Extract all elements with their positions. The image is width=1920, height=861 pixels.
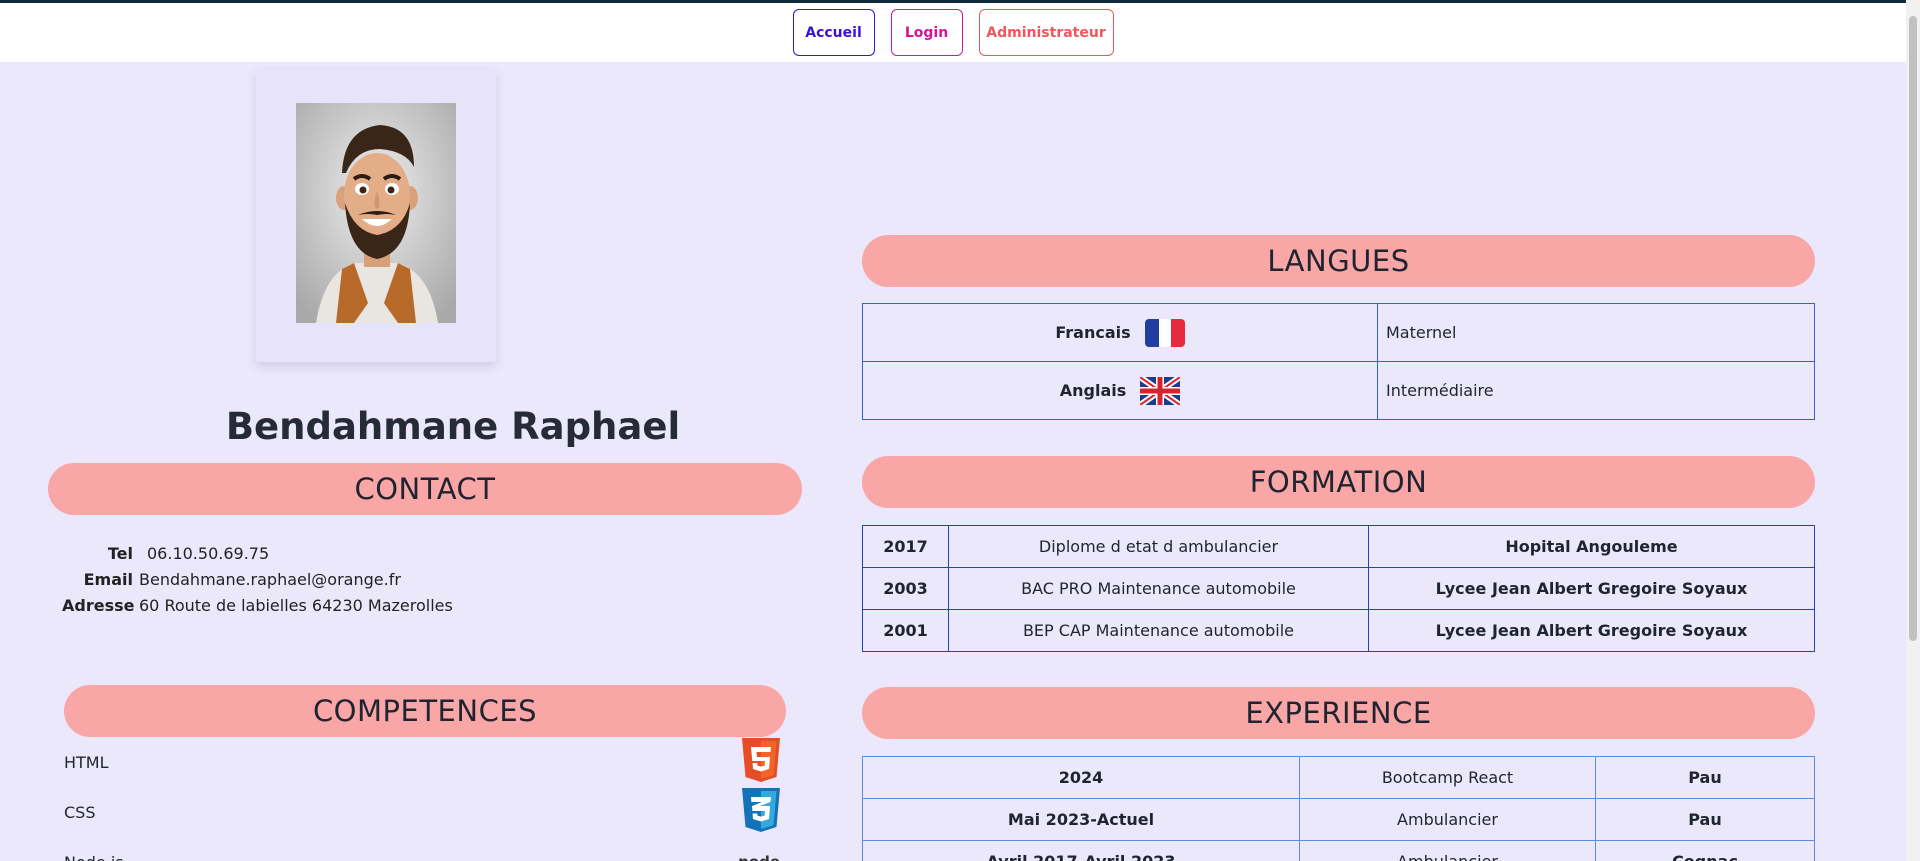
language-cell: Francais [862, 303, 1378, 362]
avatar-illustration [296, 103, 456, 323]
uk-flag-icon [1140, 376, 1181, 405]
contact-title: CONTACT [354, 472, 496, 506]
table-row: 2024 Bootcamp React Pau [862, 756, 1815, 799]
experience-table: 2024 Bootcamp React Pau Mai 2023-Actuel … [862, 756, 1815, 861]
login-button[interactable]: Login [890, 9, 963, 56]
language-name: Anglais [1059, 381, 1127, 400]
profile-avatar [296, 103, 456, 323]
html5-icon [742, 738, 780, 786]
contact-row-tel: Tel 06.10.50.69.75 [62, 540, 453, 566]
experience-date: Avril 2017-Avril 2023 [862, 840, 1300, 861]
experience-city: Pau [1595, 798, 1815, 841]
table-row: Avril 2017-Avril 2023 Ambulancier Cognac [862, 840, 1815, 861]
table-row: Francais Maternel [862, 303, 1815, 362]
profile-photo-card [256, 70, 496, 362]
formation-title-cell: BAC PRO Maintenance automobile [948, 567, 1369, 610]
experience-title: EXPERIENCE [1245, 696, 1432, 730]
formation-table: 2017 Diplome d etat d ambulancier Hopita… [862, 525, 1815, 652]
competences-header: COMPETENCES [64, 685, 786, 737]
competences-title: COMPETENCES [312, 694, 538, 728]
language-cell: Anglais [862, 361, 1378, 420]
accueil-button[interactable]: Accueil [792, 9, 875, 56]
nodejs-icon: node [738, 853, 780, 861]
langues-header: LANGUES [862, 235, 1815, 287]
formation-year: 2017 [862, 525, 949, 568]
experience-city: Pau [1595, 756, 1815, 799]
contact-header: CONTACT [48, 463, 802, 515]
experience-city: Cognac [1595, 840, 1815, 861]
formation-year: 2001 [862, 609, 949, 652]
scrollbar[interactable] [1906, 0, 1920, 861]
admin-button[interactable]: Administrateur [978, 9, 1114, 56]
language-level: Maternel [1377, 303, 1815, 362]
formation-title: FORMATION [1249, 465, 1428, 499]
contact-label: Email [83, 569, 133, 589]
skill-label: CSS [64, 802, 96, 822]
skill-label: HTML [64, 752, 109, 772]
formation-place: Lycee Jean Albert Gregoire Soyaux [1368, 609, 1815, 652]
contact-phone: 06.10.50.69.75 [147, 543, 270, 563]
experience-date: Mai 2023-Actuel [862, 798, 1300, 841]
formation-title-cell: BEP CAP Maintenance automobile [948, 609, 1369, 652]
table-row: 2017 Diplome d etat d ambulancier Hopita… [862, 525, 1815, 568]
contact-row-email: Email Bendahmane.raphael@orange.fr [62, 566, 453, 592]
contact-row-address: Adresse 60 Route de labielles 64230 Maze… [62, 592, 453, 618]
contact-email[interactable]: Bendahmane.raphael@orange.fr [137, 570, 401, 589]
formation-place: Hopital Angouleme [1368, 525, 1815, 568]
skill-label: Node.js [64, 853, 124, 861]
experience-job: Bootcamp React [1299, 756, 1596, 799]
css3-icon [742, 788, 780, 836]
skill-row: HTML [64, 737, 780, 787]
profile-name: Bendahmane Raphael [225, 405, 681, 448]
language-level: Intermédiaire [1377, 361, 1815, 420]
skill-row: CSS [64, 787, 780, 837]
experience-header: EXPERIENCE [862, 687, 1815, 739]
experience-job: Ambulancier [1299, 798, 1596, 841]
table-row: Mai 2023-Actuel Ambulancier Pau [862, 798, 1815, 841]
formation-year: 2003 [862, 567, 949, 610]
langues-table: Francais Maternel Anglais Intermédiaire [862, 303, 1815, 420]
langues-title: LANGUES [1267, 244, 1410, 278]
table-row: Anglais Intermédiaire [862, 361, 1815, 420]
france-flag-icon [1144, 318, 1185, 347]
table-row: 2003 BAC PRO Maintenance automobile Lyce… [862, 567, 1815, 610]
contact-label: Adresse [62, 595, 135, 615]
formation-title-cell: Diplome d etat d ambulancier [948, 525, 1369, 568]
language-name: Francais [1055, 323, 1131, 342]
navbar: Accueil Login Administrateur [0, 3, 1906, 62]
table-row: 2001 BEP CAP Maintenance automobile Lyce… [862, 609, 1815, 652]
formation-place: Lycee Jean Albert Gregoire Soyaux [1368, 567, 1815, 610]
contact-address: 60 Route de labielles 64230 Mazerolles [139, 595, 453, 615]
experience-job: Ambulancier [1299, 840, 1596, 861]
skill-row: Node.js node [64, 837, 780, 861]
formation-header: FORMATION [862, 456, 1815, 508]
contact-label: Tel [107, 543, 133, 563]
scrollbar-thumb[interactable] [1909, 16, 1917, 641]
contact-info: Tel 06.10.50.69.75 Email Bendahmane.raph… [62, 540, 453, 618]
experience-date: 2024 [862, 756, 1300, 799]
